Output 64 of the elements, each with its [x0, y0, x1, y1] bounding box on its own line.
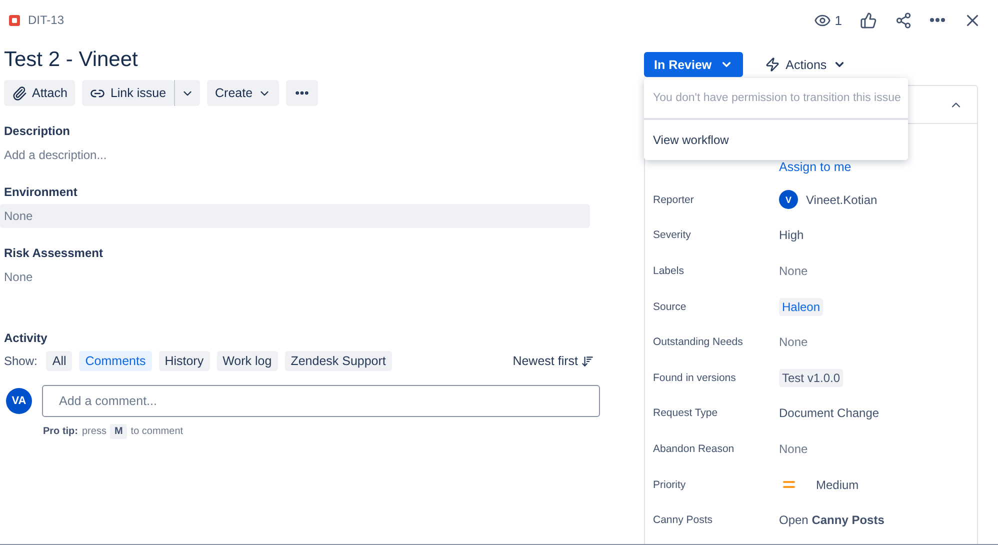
field-value: Document Change	[779, 406, 880, 420]
field-label: Severity	[653, 229, 692, 242]
attach-button[interactable]: Attach	[4, 80, 76, 106]
issue-type-icon	[9, 14, 20, 26]
section-heading: Environment	[4, 185, 78, 199]
field-label: Canny Posts	[653, 514, 714, 526]
activity-filter[interactable]: All	[46, 351, 72, 371]
sort-button[interactable]: Newest first	[512, 354, 594, 368]
user-avatar: V	[779, 190, 798, 210]
activity-filter[interactable]: Work log	[216, 351, 278, 371]
permission-message: You don't have permission to transition this issue	[644, 78, 908, 120]
section-value[interactable]: Add a description...	[4, 143, 594, 167]
more-button[interactable]	[286, 80, 318, 106]
status-button[interactable]: In Review	[644, 52, 743, 77]
activity-filter[interactable]: Zendesk Support	[284, 351, 392, 371]
sort-icon	[581, 354, 594, 368]
section-heading: Description	[4, 124, 72, 138]
create-button[interactable]: Create	[207, 80, 279, 106]
field-label: Source	[653, 300, 688, 313]
activity-filter[interactable]: Comments	[79, 351, 152, 371]
field-label: Reporter	[653, 194, 695, 206]
field-value: Open Canny Posts	[779, 513, 884, 528]
field-label: Outstanding Needs	[653, 336, 744, 348]
menu-item[interactable]: View workflow	[644, 120, 908, 160]
paperclip-icon	[12, 86, 27, 100]
like-button[interactable]	[860, 12, 877, 28]
field-value: None	[779, 264, 808, 278]
field-value: None	[779, 335, 808, 350]
show-label: Show:	[4, 354, 38, 368]
field-label: Priority	[653, 478, 687, 491]
issue-key[interactable]: DIT-13	[28, 13, 64, 27]
actions-button[interactable]: Actions	[758, 56, 852, 73]
thumbs-up-icon	[860, 12, 877, 28]
link-issue-button[interactable]: Link issue	[82, 80, 174, 106]
field-value: Vineet.Kotian	[806, 192, 878, 207]
field-tag: Test v1.0.0	[779, 368, 844, 387]
field-label: Labels	[653, 264, 685, 277]
field-value: None	[779, 442, 808, 456]
field-label: Found in versions	[653, 372, 737, 384]
user-avatar: VA	[6, 388, 32, 414]
keyboard-key: M	[110, 424, 127, 439]
assign-link[interactable]: Assign to me	[779, 160, 977, 174]
watch-button[interactable]: 1	[814, 12, 842, 28]
tip-text: press	[82, 426, 106, 437]
share-button[interactable]	[895, 12, 912, 28]
field-label: Request Type	[653, 407, 719, 420]
priority-icon	[783, 480, 795, 489]
lightning-icon	[764, 57, 780, 72]
section-value[interactable]: None	[4, 265, 594, 289]
field-value: High	[779, 228, 804, 242]
comment-field[interactable]: Add a comment...	[42, 385, 600, 417]
field-tag[interactable]: Haleon	[779, 298, 824, 316]
section-value[interactable]: None	[0, 204, 590, 228]
more-icon	[930, 18, 945, 22]
field-label: Abandon Reason	[653, 442, 736, 455]
section-heading: Activity	[4, 331, 48, 345]
issue-title: Test 2 - Vineet	[4, 48, 139, 72]
share-icon	[895, 12, 912, 28]
field-value: Medium	[816, 478, 859, 492]
activity-filter[interactable]: History	[158, 351, 210, 371]
more-button[interactable]	[930, 18, 945, 22]
section-heading: Risk Assessment	[4, 246, 104, 260]
tip-label: Pro tip:	[43, 426, 78, 437]
tip-text: to comment	[130, 426, 184, 437]
